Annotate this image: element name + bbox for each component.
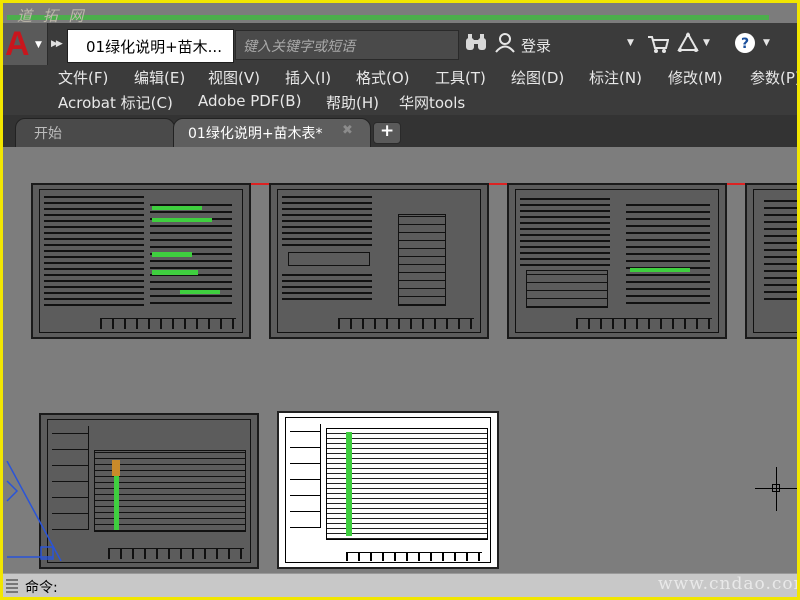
data-table	[526, 270, 608, 308]
text-lines	[282, 196, 372, 246]
menu-tools[interactable]: 工具(T)	[435, 67, 486, 88]
ucs-icon	[5, 460, 65, 562]
new-tab-button[interactable]: +	[373, 121, 401, 144]
app-logo-icon: A	[5, 25, 30, 63]
cart-icon[interactable]	[647, 34, 670, 58]
menu-help[interactable]: 帮助(H)	[326, 92, 379, 113]
menu-adobe-pdf[interactable]: Adobe PDF(B)	[198, 92, 301, 110]
triangle-network-icon[interactable]	[677, 31, 699, 58]
green-highlight	[152, 218, 212, 222]
sheet-border	[47, 419, 251, 563]
tab-active-drawing[interactable]: 01绿化说明+苗木表* ✖	[173, 118, 371, 148]
data-table	[398, 214, 446, 306]
svg-text:?: ?	[741, 36, 749, 52]
login-dropdown-icon[interactable]: ▼	[627, 38, 634, 48]
crosshair-icon	[755, 467, 797, 511]
title-block	[338, 318, 474, 329]
drawing-sheet-5[interactable]	[39, 413, 259, 569]
chevron-down-icon: ▼	[35, 40, 42, 50]
text-lines	[764, 200, 797, 300]
menu-format[interactable]: 格式(O)	[356, 67, 410, 88]
document-title: 01绿化说明+苗木...	[86, 38, 222, 56]
drawing-sheet-3[interactable]	[507, 183, 727, 339]
menu-bar: 文件(F) 编辑(E) 视图(V) 插入(I) 格式(O) 工具(T) 绘图(D…	[3, 65, 797, 115]
small-table	[288, 252, 370, 266]
help-icon[interactable]: ?	[734, 32, 756, 58]
menu-modify[interactable]: 修改(M)	[668, 67, 723, 88]
connector-line	[486, 183, 508, 185]
text-lines	[520, 196, 610, 266]
drawing-sheet-2[interactable]	[269, 183, 489, 339]
document-title-field[interactable]: 01绿化说明+苗木...	[67, 29, 234, 63]
title-block	[346, 552, 482, 561]
search-box[interactable]: 键入关键字或短语	[235, 30, 459, 60]
drawing-sheet-4[interactable]	[745, 183, 797, 339]
file-tab-bar: 开始 01绿化说明+苗木表* ✖ +	[3, 115, 797, 148]
application-menu-button[interactable]: A ▼	[3, 23, 48, 65]
sheet-border	[515, 189, 719, 333]
title-block	[100, 318, 236, 329]
title-bar: A ▼ ▶▶ 01绿化说明+苗木... 键入关键字或短语 登录 ▼ ▼ ? ▼	[3, 23, 797, 65]
menu-draw[interactable]: 绘图(D)	[511, 67, 564, 88]
tab-start[interactable]: 开始	[15, 118, 175, 148]
watermark-top: 道 拓 网	[17, 7, 87, 25]
menu-acrobat-markup[interactable]: Acrobat 标记(C)	[58, 92, 173, 113]
green-highlight	[346, 432, 352, 536]
sheet-border	[277, 189, 481, 333]
green-highlight	[152, 270, 198, 275]
user-icon[interactable]	[495, 33, 515, 57]
menu-edit[interactable]: 编辑(E)	[134, 67, 185, 88]
menu-dimension[interactable]: 标注(N)	[589, 67, 642, 88]
binoculars-icon[interactable]	[465, 33, 487, 57]
sheet-border	[753, 189, 797, 333]
tab-active-drawing-label: 01绿化说明+苗木表*	[188, 126, 323, 142]
quick-access-expand-icon[interactable]: ▶▶	[51, 39, 63, 49]
menu-file[interactable]: 文件(F)	[58, 67, 108, 88]
plus-icon: +	[380, 121, 395, 141]
drag-grip-icon[interactable]	[6, 577, 18, 593]
command-prompt: 命令:	[25, 580, 58, 596]
sheet-border	[39, 189, 243, 333]
green-accent-bar	[7, 15, 769, 20]
green-highlight	[180, 290, 220, 294]
application-window: 道 拓 网 A ▼ ▶▶ 01绿化说明+苗木... 键入关键字或短语 登录 ▼	[0, 0, 800, 600]
help-dropdown-icon[interactable]: ▼	[763, 38, 770, 48]
drawing-sheet-1[interactable]	[31, 183, 251, 339]
tab-start-label: 开始	[34, 126, 62, 142]
exchange-dropdown-icon[interactable]: ▼	[703, 38, 710, 48]
menu-huawang-tools[interactable]: 华网tools	[399, 92, 465, 113]
text-lines	[44, 196, 144, 306]
title-block	[576, 318, 712, 329]
title-block	[108, 548, 244, 559]
menu-view[interactable]: 视图(V)	[208, 67, 260, 88]
text-lines	[626, 200, 710, 304]
sheet-border	[285, 417, 491, 563]
drawing-sheet-6-selected[interactable]	[277, 411, 499, 569]
watermark-bottom: www.cndao.com	[658, 574, 800, 594]
close-icon[interactable]: ✖	[342, 123, 353, 138]
menu-insert[interactable]: 插入(I)	[285, 67, 331, 88]
command-line[interactable]: 命令: www.cndao.com	[3, 573, 800, 597]
menu-parameters[interactable]: 参数(P)	[750, 67, 797, 88]
side-panel	[290, 424, 321, 528]
green-highlight	[152, 206, 202, 210]
search-placeholder: 键入关键字或短语	[243, 39, 355, 55]
orange-highlight	[112, 460, 120, 476]
login-link[interactable]: 登录	[521, 35, 551, 56]
drawing-canvas[interactable]	[3, 147, 797, 573]
green-highlight	[152, 252, 192, 257]
green-highlight	[630, 268, 690, 272]
text-lines	[282, 270, 372, 300]
